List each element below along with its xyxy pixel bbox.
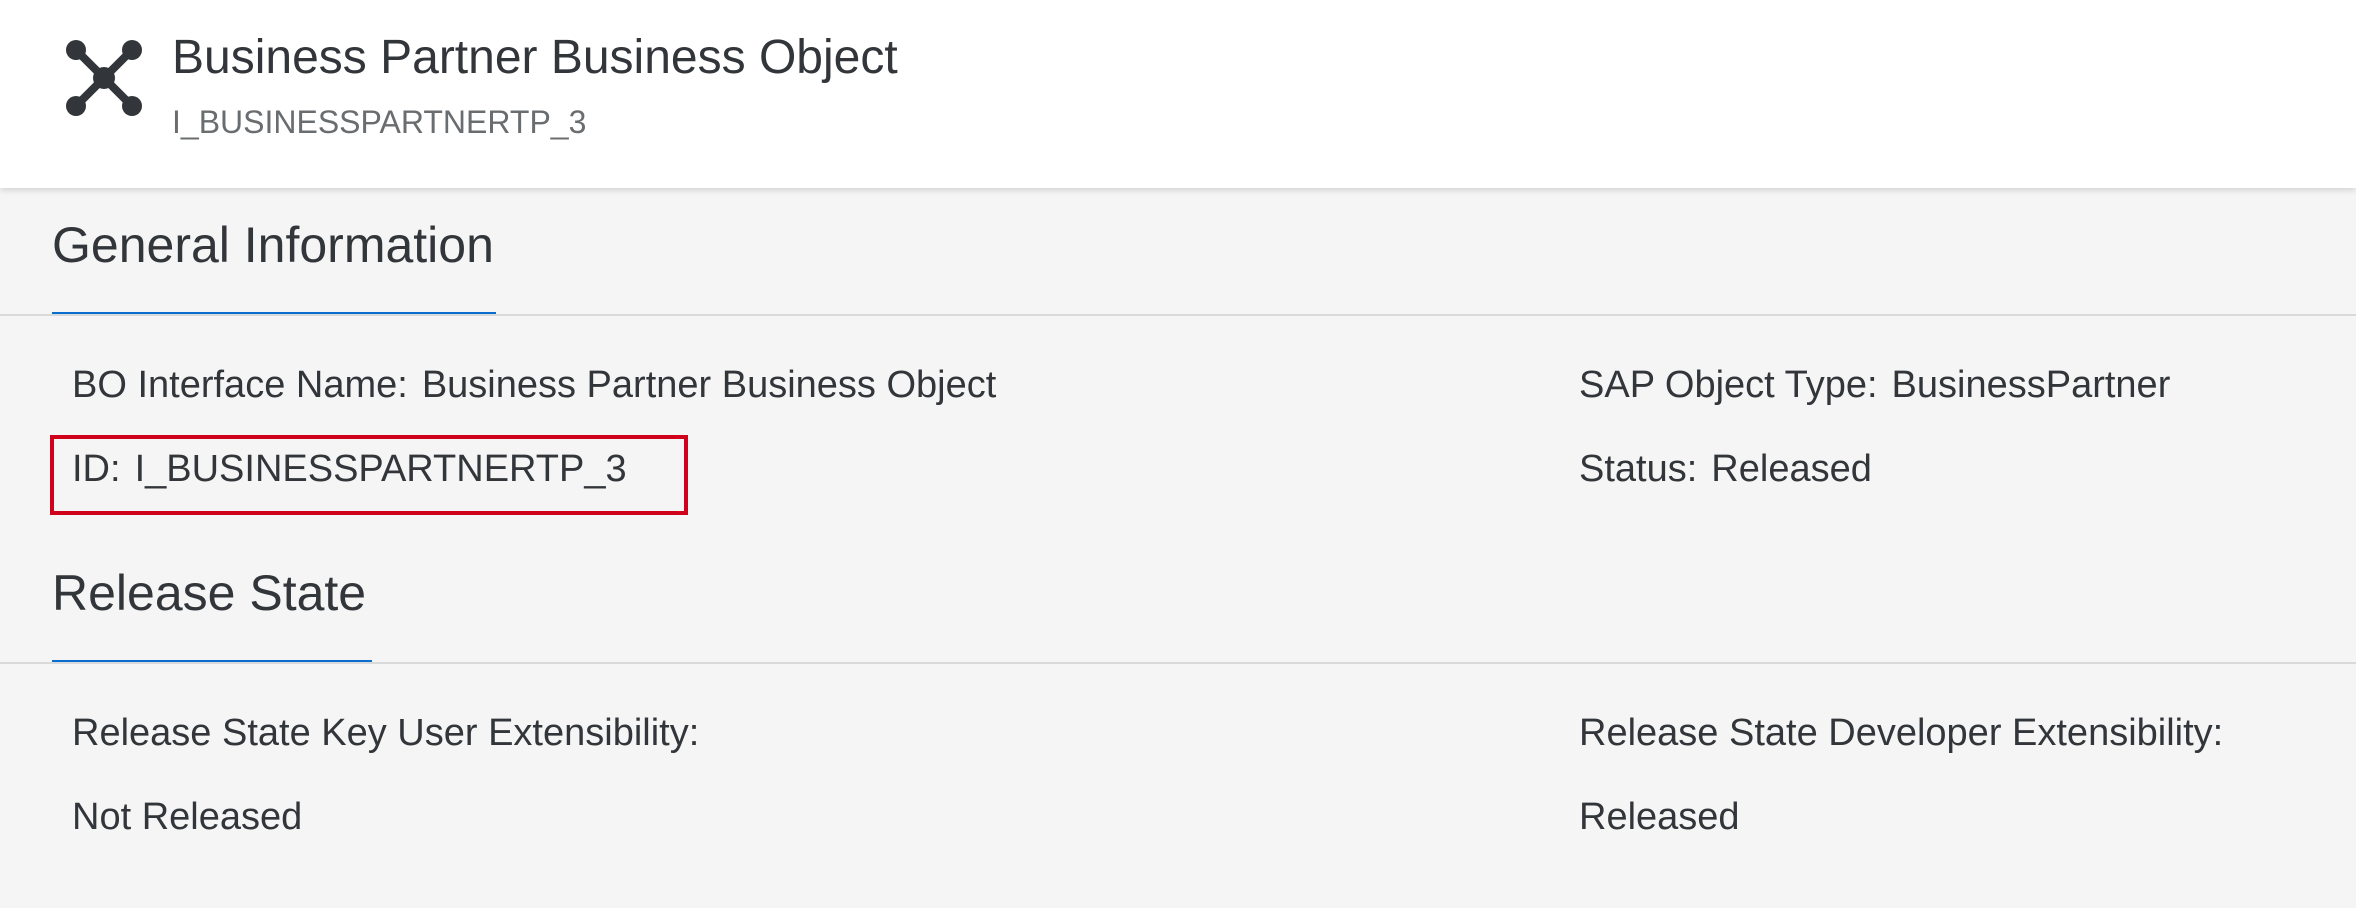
field-value: Business Partner Business Object — [421, 364, 997, 406]
section-title-release-state[interactable]: Release State — [52, 564, 366, 622]
field-label: ID: — [72, 448, 121, 490]
field-value: I_BUSINESSPARTNERTP_3 — [134, 448, 627, 490]
field-status: Status: Released — [1579, 448, 1872, 491]
page-title: Business Partner Business Object — [172, 31, 898, 84]
page-subtitle: I_BUSINESSPARTNERTP_3 — [172, 104, 587, 140]
field-value: Released — [1711, 448, 1872, 490]
network-nodes-icon — [66, 40, 142, 116]
field-bo-interface-name: BO Interface Name: Business Partner Busin… — [72, 364, 996, 407]
field-release-state-key-user-label: Release State Key User Extensibility: — [72, 712, 700, 754]
field-label: Status: — [1579, 448, 1698, 490]
section-title-general-information[interactable]: General Information — [52, 216, 494, 274]
field-release-state-developer-label: Release State Developer Extensibility: — [1579, 712, 2224, 754]
section-divider — [0, 662, 2356, 664]
object-page-header: Business Partner Business Object I_BUSIN… — [0, 0, 2356, 188]
field-release-state-developer-value: Released — [1579, 796, 1740, 838]
field-label: SAP Object Type: — [1579, 364, 1878, 406]
field-release-state-key-user-value: Not Released — [72, 796, 303, 838]
field-sap-object-type: SAP Object Type: BusinessPartner — [1579, 364, 2170, 407]
field-id: ID: I_BUSINESSPARTNERTP_3 — [72, 448, 627, 491]
field-label: BO Interface Name: — [72, 364, 408, 406]
field-value: BusinessPartner — [1891, 364, 2171, 406]
section-divider — [0, 314, 2356, 316]
